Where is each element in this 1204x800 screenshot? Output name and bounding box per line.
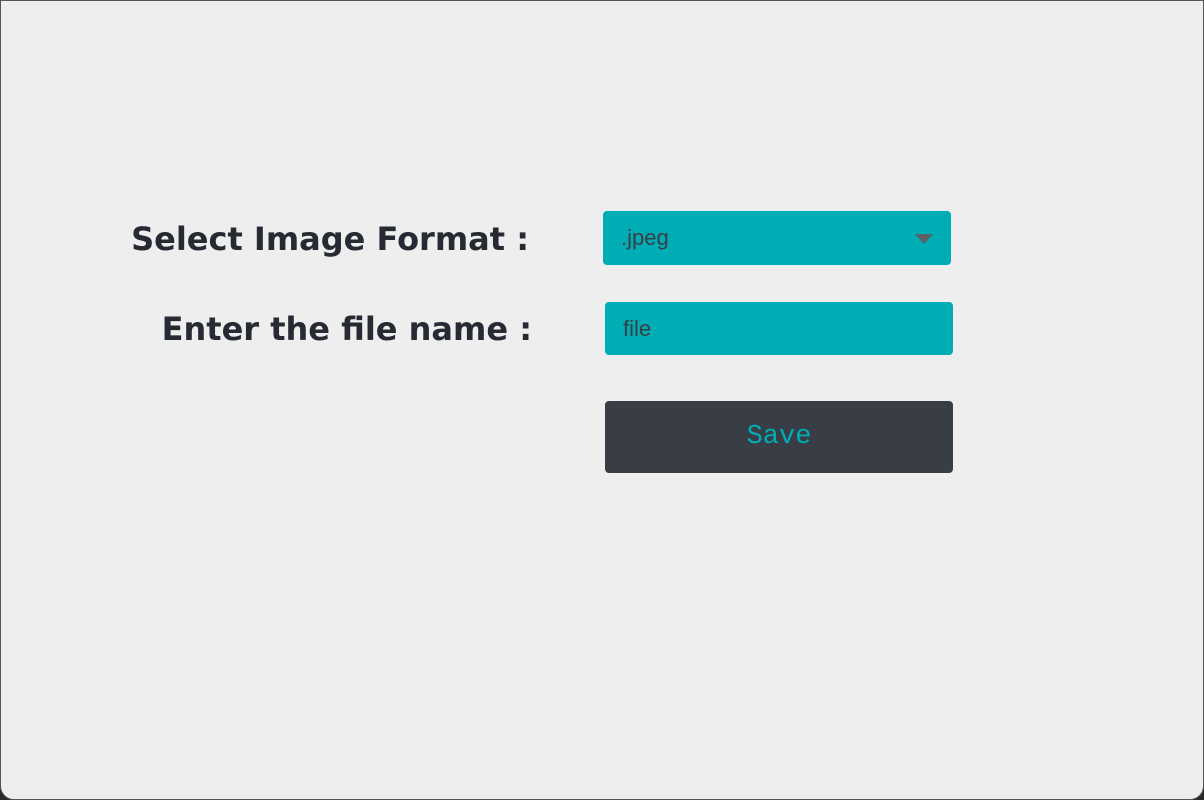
- image-format-label: Select Image Format :: [131, 220, 529, 258]
- file-name-input[interactable]: [605, 302, 953, 355]
- app-window: Select Image Format : .jpeg Enter the fi…: [0, 0, 1204, 800]
- chevron-down-icon: [915, 234, 933, 244]
- image-format-select[interactable]: .jpeg: [603, 211, 951, 265]
- image-format-selected-value: .jpeg: [621, 225, 669, 250]
- file-name-label: Enter the file name :: [161, 310, 532, 348]
- save-button[interactable]: Save: [605, 401, 953, 473]
